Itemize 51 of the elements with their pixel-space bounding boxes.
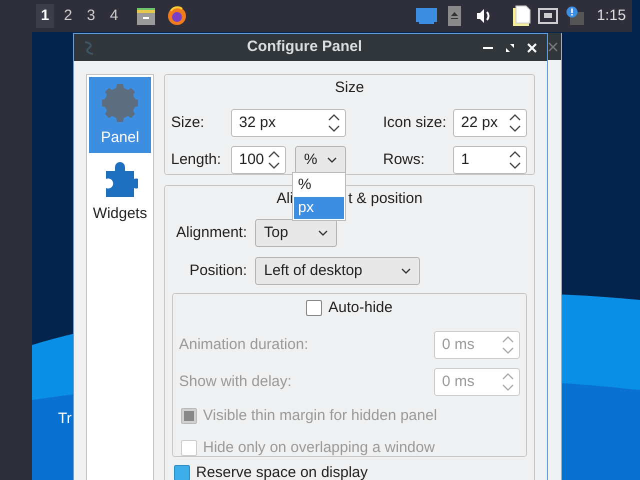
workspace-button[interactable]: 2 bbox=[59, 4, 77, 28]
desktop-icon-label[interactable]: Tr bbox=[58, 410, 72, 427]
dropdown-item[interactable]: % bbox=[294, 174, 344, 196]
field-label: Auto-hide bbox=[328, 298, 393, 318]
workspace-button[interactable]: 4 bbox=[105, 4, 123, 28]
field-label: Size: bbox=[171, 112, 206, 133]
field-label: Alignment: bbox=[176, 222, 247, 243]
note-icon[interactable] bbox=[510, 5, 531, 27]
field-label: Length: bbox=[171, 150, 222, 170]
app-icon bbox=[82, 40, 96, 56]
spin-arrows-icon bbox=[268, 150, 280, 170]
chevron-down-icon bbox=[401, 268, 411, 274]
dropdown[interactable]: % bbox=[295, 146, 346, 174]
field-label: Icon size: bbox=[383, 112, 448, 133]
sidebar-item[interactable]: Widgets bbox=[89, 153, 151, 229]
checkbox[interactable] bbox=[174, 465, 190, 480]
group-title: Size bbox=[334, 78, 364, 98]
dropdown[interactable]: Top bbox=[255, 219, 337, 247]
eject-icon[interactable] bbox=[448, 6, 461, 26]
spin-box[interactable]: 1 bbox=[453, 146, 527, 174]
spin-arrows-icon bbox=[502, 372, 514, 392]
field-label: Animation duration: bbox=[179, 334, 308, 355]
workspace-button[interactable]: 3 bbox=[82, 4, 100, 28]
field-label: Position: bbox=[189, 260, 247, 281]
group-title: t & position bbox=[348, 188, 422, 209]
folder-icon[interactable] bbox=[136, 6, 156, 26]
checkbox[interactable] bbox=[306, 300, 322, 316]
group-title: Ali bbox=[276, 188, 294, 209]
field-label: Rows: bbox=[383, 150, 426, 170]
field-label: Hide only on overlapping a window bbox=[203, 438, 435, 458]
maximize-icon[interactable] bbox=[505, 42, 515, 52]
chevron-down-icon bbox=[318, 230, 328, 236]
dropdown[interactable]: Left of desktop bbox=[255, 257, 420, 285]
field-label: Reserve space on display bbox=[196, 463, 368, 480]
spin-arrows-icon bbox=[509, 113, 521, 133]
window-title: Configure Panel bbox=[246, 37, 363, 58]
spin-box[interactable]: 100 bbox=[231, 146, 286, 174]
notification-icon[interactable] bbox=[566, 6, 584, 26]
field-label: Visible thin margin for hidden panel bbox=[203, 406, 438, 426]
spin-arrows-icon bbox=[509, 150, 521, 170]
workspace-button[interactable]: 1 bbox=[36, 4, 54, 28]
window-icon[interactable] bbox=[416, 8, 437, 24]
network-icon[interactable] bbox=[538, 8, 558, 24]
spin-arrows-icon bbox=[502, 335, 514, 355]
spin-box[interactable]: 32 px bbox=[231, 109, 346, 137]
spin-arrows-icon bbox=[328, 113, 340, 133]
field-label: Show with delay: bbox=[179, 372, 292, 392]
clock[interactable]: 1:15 bbox=[596, 4, 626, 28]
spin-box[interactable]: 22 px bbox=[453, 109, 527, 137]
chevron-down-icon bbox=[327, 157, 337, 163]
browser-icon[interactable] bbox=[167, 6, 187, 26]
